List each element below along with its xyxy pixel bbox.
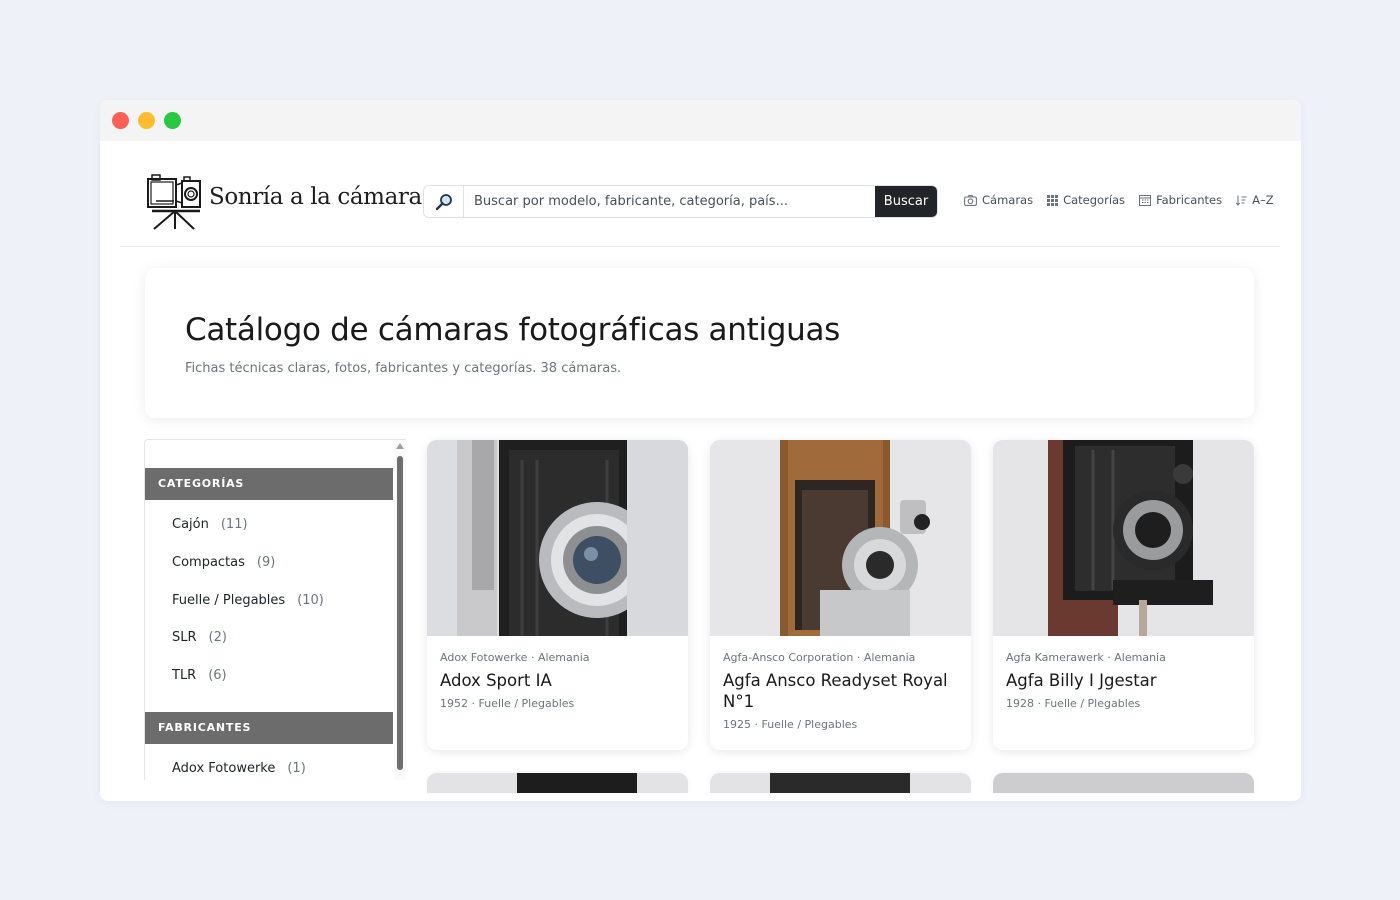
camera-card-partial[interactable] — [710, 773, 971, 793]
category-label: SLR — [172, 630, 197, 646]
camera-card[interactable]: Agfa-Ansco Corporation · Alemania Agfa A… — [710, 440, 971, 750]
top-navbar: Sonría a la cámara Buscar Cámaras — [120, 141, 1280, 247]
camera-card[interactable]: Agfa Kamerawerk · Alemania Agfa Billy I … — [993, 440, 1254, 750]
camera-photo[interactable] — [710, 440, 971, 636]
browser-window: Sonría a la cámara Buscar Cámaras — [100, 100, 1301, 801]
hero-panel: Catálogo de cámaras fotográficas antigua… — [145, 268, 1254, 418]
camera-card-partial[interactable] — [427, 773, 688, 793]
camera-photo[interactable] — [993, 440, 1254, 636]
page-subtitle: Fichas técnicas claras, fotos, fabricant… — [185, 361, 622, 376]
nav-links: Cámaras Categorías Fabricantes A–Z — [964, 193, 1274, 207]
search-bar: Buscar — [423, 185, 938, 218]
card-info: 1928 · Fuelle / Plegables — [1006, 697, 1141, 710]
nav-link-categories[interactable]: Categorías — [1047, 193, 1125, 207]
scroll-up-arrow[interactable] — [396, 443, 404, 449]
manufacturer-item-adox[interactable]: Adox Fotowerke (1) — [172, 750, 306, 780]
brand-name[interactable]: Sonría a la cámara — [209, 184, 422, 210]
nav-link-label: Cámaras — [982, 193, 1034, 207]
card-meta: Adox Fotowerke · Alemania — [440, 651, 590, 664]
close-window-button[interactable] — [112, 112, 129, 129]
category-label: Fuelle / Plegables — [172, 592, 286, 608]
nav-link-label: Fabricantes — [1156, 193, 1223, 207]
nav-link-label: A–Z — [1252, 193, 1274, 207]
building-icon — [1139, 194, 1152, 206]
camera-photo[interactable] — [427, 440, 688, 636]
manufacturers-heading: FABRICANTES — [145, 712, 393, 744]
category-item-fuelle[interactable]: Fuelle / Plegables (10) — [172, 581, 324, 619]
category-count: (11) — [220, 517, 248, 533]
scroll-thumb[interactable] — [397, 456, 403, 770]
sort-alpha-icon — [1236, 195, 1247, 206]
card-title[interactable]: Adox Sport IA — [440, 670, 675, 691]
search-input[interactable] — [464, 186, 875, 217]
search-button[interactable]: Buscar — [875, 186, 937, 217]
category-count: (9) — [256, 555, 276, 571]
categories-list: Cajón (11) Compactas (9) Fuelle / Plegable… — [172, 506, 324, 694]
category-count: (6) — [208, 668, 227, 684]
category-label: TLR — [172, 668, 197, 684]
card-info: 1925 · Fuelle / Plegables — [723, 718, 858, 731]
minimize-window-button[interactable] — [138, 112, 155, 129]
camera-card[interactable]: Adox Fotowerke · Alemania Adox Sport IA … — [427, 440, 688, 750]
categories-heading: CATEGORÍAS — [145, 468, 393, 500]
nav-link-manufacturers[interactable]: Fabricantes — [1139, 193, 1222, 207]
search-icon — [424, 186, 464, 217]
category-item-compactas[interactable]: Compactas (9) — [172, 544, 324, 582]
category-item-tlr[interactable]: TLR (6) — [172, 657, 324, 695]
filter-sidebar[interactable]: CATEGORÍAS Cajón (11) Compactas (9) Fuelle… — [144, 439, 406, 780]
category-count: (10) — [297, 592, 324, 608]
nav-link-cameras[interactable]: Cámaras — [964, 193, 1033, 207]
card-title[interactable]: Agfa Billy I Jgestar — [1006, 670, 1241, 691]
category-item-slr[interactable]: SLR (2) — [172, 619, 324, 657]
category-label: Cajón — [172, 517, 209, 533]
page-title: Catálogo de cámaras fotográficas antigua… — [185, 312, 841, 348]
camera-icon — [964, 194, 977, 206]
card-meta: Agfa Kamerawerk · Alemania — [1006, 651, 1166, 664]
maximize-window-button[interactable] — [164, 112, 181, 129]
nav-link-az[interactable]: A–Z — [1236, 193, 1274, 207]
manufacturer-count: (1) — [287, 761, 306, 777]
category-count: (2) — [208, 630, 227, 646]
category-item-cajon[interactable]: Cajón (11) — [172, 506, 324, 544]
camera-tripod-logo-icon[interactable] — [146, 171, 204, 231]
category-label: Compactas — [172, 555, 245, 571]
card-info: 1952 · Fuelle / Plegables — [440, 697, 575, 710]
manufacturer-label: Adox Fotowerke — [172, 761, 276, 777]
window-titlebar — [100, 100, 1301, 141]
nav-link-label: Categorías — [1063, 193, 1126, 207]
grid-icon — [1047, 194, 1059, 206]
camera-card-partial[interactable] — [993, 773, 1254, 793]
card-meta: Agfa-Ansco Corporation · Alemania — [723, 651, 916, 664]
card-title[interactable]: Agfa Ansco Readyset Royal N°1 — [723, 670, 958, 712]
sidebar-scrollbar[interactable] — [394, 440, 406, 780]
manufacturers-list: Adox Fotowerke (1) — [172, 750, 306, 780]
